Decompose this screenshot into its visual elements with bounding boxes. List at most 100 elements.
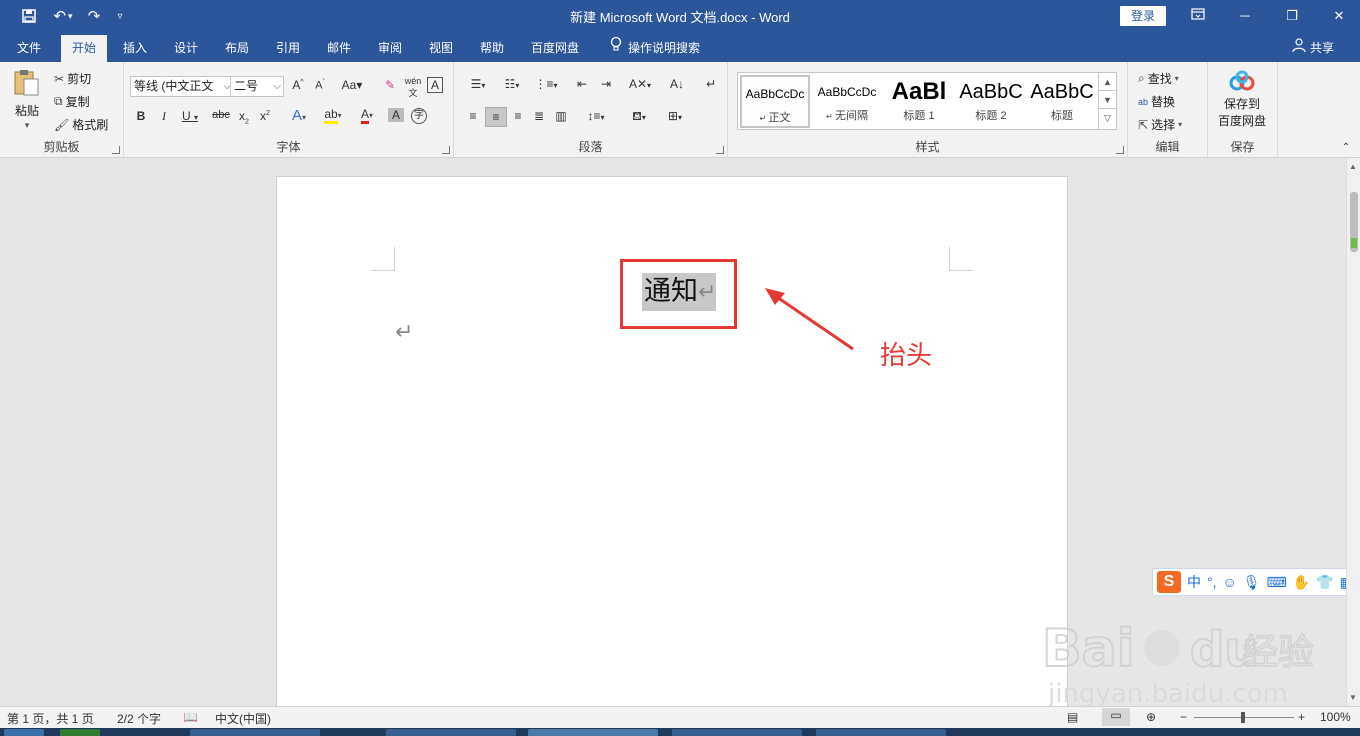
share-button[interactable]: 共享: [1292, 35, 1334, 62]
paste-button[interactable]: 粘贴 ▾: [12, 68, 42, 131]
ime-mode[interactable]: 中: [1187, 572, 1201, 592]
start-button[interactable]: [4, 729, 44, 736]
italic-icon[interactable]: I: [157, 109, 171, 124]
web-layout-icon[interactable]: ⊕: [1146, 710, 1156, 724]
emoji-icon[interactable]: ☺: [1223, 574, 1237, 590]
tab-baidu-pan[interactable]: 百度网盘: [520, 35, 590, 62]
login-button[interactable]: 登录: [1120, 6, 1166, 26]
read-mode-icon[interactable]: ▤: [1067, 710, 1078, 724]
font-size-select[interactable]: 二号 ⌵: [230, 76, 284, 97]
paste-dropdown-icon[interactable]: ▾: [25, 120, 30, 131]
clipboard-launcher-icon[interactable]: [112, 146, 120, 154]
tab-mailings[interactable]: 邮件: [316, 35, 362, 62]
grow-font-icon[interactable]: A^: [290, 78, 306, 92]
taskbar-app-3[interactable]: [386, 729, 516, 736]
underline-icon[interactable]: U ▾: [179, 109, 201, 123]
zoom-out-icon[interactable]: −: [1180, 710, 1187, 724]
align-center-icon[interactable]: ≡: [485, 107, 507, 127]
tab-help[interactable]: 帮助: [469, 35, 515, 62]
numbering-icon[interactable]: ☷▾: [498, 77, 526, 91]
page-count[interactable]: 第 1 页，共 1 页: [7, 710, 94, 727]
close-icon[interactable]: ✕: [1319, 5, 1359, 27]
ime-toolbar[interactable]: S 中 °, ☺ 🎙 ⌨ ✋ 👕 ▦: [1152, 568, 1346, 596]
print-layout-icon[interactable]: ▭: [1102, 708, 1130, 726]
gallery-more-icon[interactable]: ▽: [1099, 109, 1116, 127]
cut-button[interactable]: ✂ 剪切: [54, 70, 91, 87]
vertical-scrollbar[interactable]: ▲ ▼: [1346, 158, 1360, 706]
paragraph-launcher-icon[interactable]: [716, 146, 724, 154]
language-indicator[interactable]: 中文(中国): [215, 710, 271, 727]
scroll-down-icon[interactable]: ▼: [1349, 693, 1357, 702]
show-formatting-marks-icon[interactable]: ↵: [702, 77, 720, 91]
copy-button[interactable]: ⧉ 复制: [54, 93, 90, 110]
decrease-indent-icon[interactable]: ⇤: [572, 77, 592, 91]
document-page[interactable]: 通知 ↵ ↵ 抬头: [276, 176, 1068, 706]
gallery-down-icon[interactable]: ▼: [1099, 91, 1116, 109]
style-title[interactable]: AaBbC 标题: [1028, 75, 1096, 128]
minimize-icon[interactable]: ─: [1225, 5, 1265, 27]
taskbar-app-6[interactable]: [816, 729, 946, 736]
character-shading-icon[interactable]: A: [388, 108, 404, 122]
microphone-icon[interactable]: 🎙: [1243, 574, 1261, 591]
word-count[interactable]: 2/2 个字: [117, 710, 161, 727]
style-no-spacing[interactable]: AaBbCcDc ↵ 无间隔: [812, 75, 882, 128]
distributed-icon[interactable]: ▥: [552, 109, 570, 123]
shading-icon[interactable]: ⛾▾: [624, 109, 654, 125]
scroll-thumb[interactable]: [1350, 192, 1358, 252]
sort-icon[interactable]: A↓: [668, 77, 686, 91]
line-spacing-icon[interactable]: ↕≡▾: [582, 109, 610, 123]
toolbox-icon[interactable]: ✋: [1293, 574, 1310, 591]
scroll-up-icon[interactable]: ▲: [1349, 162, 1357, 171]
borders-icon[interactable]: ⊞▾: [660, 109, 690, 123]
tell-me-search[interactable]: 操作说明搜索: [610, 35, 700, 62]
ribbon-display-options-icon[interactable]: [1178, 5, 1218, 27]
punctuation-icon[interactable]: °,: [1207, 574, 1217, 590]
superscript-icon[interactable]: x2: [257, 109, 273, 123]
save-to-baidu-button[interactable]: 保存到 百度网盘: [1218, 70, 1266, 129]
change-case-icon[interactable]: Aa▾: [338, 78, 366, 92]
tab-review[interactable]: 审阅: [367, 35, 413, 62]
keyboard-icon[interactable]: ⌨: [1267, 574, 1287, 591]
collapse-ribbon-icon[interactable]: ⌃: [1340, 142, 1352, 153]
taskbar-app-2[interactable]: [190, 729, 320, 736]
taskbar-app-5[interactable]: [672, 729, 802, 736]
styles-launcher-icon[interactable]: [1116, 146, 1124, 154]
tab-design[interactable]: 设计: [163, 35, 209, 62]
highlight-color-icon[interactable]: ab▾: [318, 107, 348, 124]
align-left-icon[interactable]: ≡: [464, 109, 482, 123]
align-right-icon[interactable]: ≡: [509, 109, 527, 123]
restore-icon[interactable]: ❐: [1272, 5, 1312, 27]
tab-file[interactable]: 文件: [6, 35, 52, 62]
justify-icon[interactable]: ≣: [530, 109, 548, 123]
proofing-icon[interactable]: 📖: [183, 710, 198, 724]
select-button[interactable]: ⇱ 选择 ▾: [1138, 116, 1182, 133]
bullets-icon[interactable]: ☰▾: [464, 77, 492, 91]
style-heading-1[interactable]: AaBl 标题 1: [884, 75, 954, 128]
font-launcher-icon[interactable]: [442, 146, 450, 154]
tab-home[interactable]: 开始: [61, 35, 108, 62]
subscript-icon[interactable]: x2: [236, 109, 252, 125]
font-color-icon[interactable]: A▾: [352, 107, 382, 124]
bold-icon[interactable]: B: [134, 109, 148, 123]
multilevel-list-icon[interactable]: ⋮≡▾: [532, 77, 560, 91]
strikethrough-icon[interactable]: abc: [210, 109, 232, 121]
skin-icon[interactable]: 👕: [1316, 574, 1333, 591]
tab-layout[interactable]: 布局: [214, 35, 260, 62]
find-button[interactable]: ⌕ 查找 ▾: [1138, 70, 1179, 87]
tab-references[interactable]: 引用: [265, 35, 311, 62]
replace-button[interactable]: ab 替换: [1138, 93, 1175, 110]
increase-indent-icon[interactable]: ⇥: [596, 77, 616, 91]
font-name-select[interactable]: 等线 (中文正文 ⌵: [130, 76, 234, 97]
gallery-up-icon[interactable]: ▲: [1099, 73, 1116, 91]
tab-view[interactable]: 视图: [418, 35, 464, 62]
enclose-characters-icon[interactable]: 字: [411, 108, 427, 124]
clear-formatting-icon[interactable]: ✎: [382, 78, 398, 92]
zoom-in-icon[interactable]: +: [1298, 710, 1305, 724]
style-normal[interactable]: AaBbCcDc ↵ 正文: [740, 75, 810, 128]
zoom-slider-thumb[interactable]: [1241, 712, 1245, 723]
tab-insert[interactable]: 插入: [112, 35, 158, 62]
zoom-level[interactable]: 100%: [1320, 710, 1351, 724]
taskbar-app-1[interactable]: [60, 729, 100, 736]
taskbar-app-4[interactable]: [528, 729, 658, 736]
character-border-icon[interactable]: A: [427, 77, 443, 93]
